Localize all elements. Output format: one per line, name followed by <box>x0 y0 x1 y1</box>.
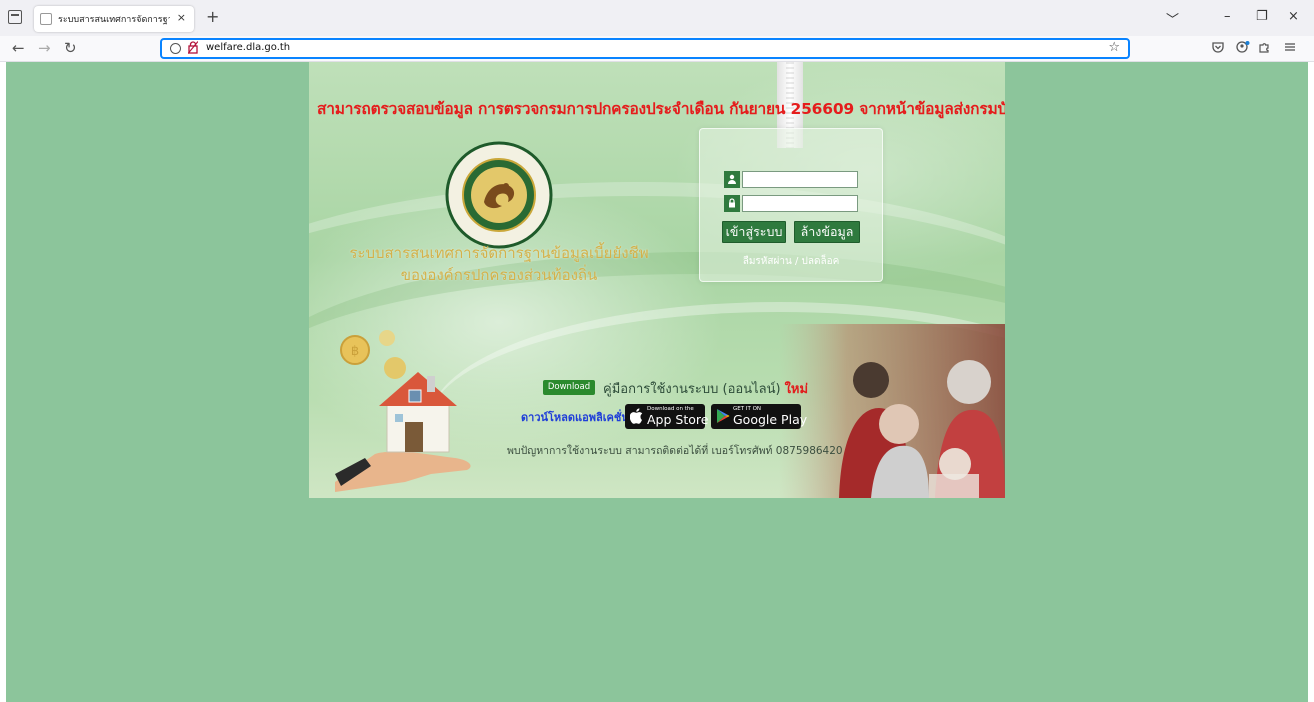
back-button[interactable]: ← <box>12 40 25 56</box>
app-store-big: App Store <box>647 412 709 427</box>
password-input[interactable] <box>742 195 858 212</box>
lock-icon <box>724 195 740 212</box>
apple-icon <box>629 408 644 427</box>
url-text[interactable]: welfare.dla.go.th <box>206 42 290 53</box>
login-card: เข้าสู่ระบบ ล้างข้อมูล ลืมรหัสผ่าน / ปลด… <box>699 128 883 282</box>
browser-tab[interactable]: ระบบสารสนเทศการจัดการฐานข้อมูลเบี้ × <box>34 6 194 32</box>
app-store-button[interactable]: Download on the App Store <box>625 404 709 429</box>
login-button[interactable]: เข้าสู่ระบบ <box>722 221 786 243</box>
minimize-button[interactable]: – <box>1224 9 1231 24</box>
extensions-icon[interactable] <box>1258 41 1270 56</box>
forward-button[interactable]: → <box>38 40 51 56</box>
elderly-people-photo <box>779 324 1005 498</box>
system-title-line1: ระบบสารสนเทศการจัดการฐานข้อมูลเบี้ยยังชี… <box>349 244 649 262</box>
page-viewport: สามารถตรวจสอบข้อมูล การตรวจกรมการปกครองป… <box>6 62 1308 702</box>
svg-text:฿: ฿ <box>351 344 359 359</box>
login-banner: สามารถตรวจสอบข้อมูล การตรวจกรมการปกครองป… <box>309 62 1005 498</box>
address-bar[interactable]: welfare.dla.go.th ☆ <box>160 38 1130 59</box>
page-favicon-icon <box>40 13 52 25</box>
google-play-big: Google Play <box>733 412 808 427</box>
menu-icon[interactable] <box>1284 41 1296 56</box>
tab-close-icon[interactable]: × <box>177 11 186 24</box>
username-input[interactable] <box>742 171 858 188</box>
manual-new-label: ใหม่ <box>784 382 809 397</box>
reload-button[interactable]: ↻ <box>64 40 77 56</box>
apps-download-label: ดาวน์โหลดแอพลิเคชั่น <box>521 411 629 424</box>
list-all-tabs-icon[interactable]: ﹀ <box>1166 9 1179 28</box>
announcement-marquee: สามารถตรวจสอบข้อมูล การตรวจกรมการปกครองป… <box>317 100 1005 118</box>
contact-info: พบปัญหาการใช้งานระบบ สามารถติดต่อได้ที่ … <box>507 445 843 457</box>
google-play-icon <box>716 408 730 427</box>
browser-tab-bar: ระบบสารสนเทศการจัดการฐานข้อมูลเบี้ × + ﹀… <box>0 0 1314 36</box>
forgot-password-link[interactable]: ลืมรหัสผ่าน / ปลดล็อค <box>700 254 882 269</box>
restore-button[interactable]: ❐ <box>1256 9 1268 24</box>
manual-link[interactable]: คู่มือการใช้งานระบบ (ออนไลน์) ใหม่ <box>603 378 808 399</box>
pocket-icon[interactable] <box>1212 41 1224 56</box>
manual-text[interactable]: คู่มือการใช้งานระบบ (ออนไลน์) <box>603 382 781 397</box>
tab-overview-icon[interactable] <box>8 10 22 24</box>
close-window-button[interactable]: × <box>1288 9 1299 24</box>
download-badge[interactable]: Download <box>543 380 595 395</box>
insecure-lock-icon[interactable] <box>187 41 199 57</box>
google-play-button[interactable]: GET IT ON Google Play <box>711 404 807 429</box>
system-title: ระบบสารสนเทศการจัดการฐานข้อมูลเบี้ยยังชี… <box>339 242 659 286</box>
tracking-protection-icon[interactable] <box>170 43 181 54</box>
tab-title: ระบบสารสนเทศการจัดการฐานข้อมูลเบี้ <box>58 15 170 25</box>
bookmark-star-icon[interactable]: ☆ <box>1108 40 1120 55</box>
user-icon <box>724 171 740 188</box>
dla-emblem-logo <box>445 141 553 249</box>
new-tab-button[interactable]: + <box>206 8 219 26</box>
house-hand-illustration <box>335 372 471 492</box>
system-title-line2: ขององค์กรปกครองส่วนท้องถิ่น <box>400 266 598 284</box>
account-icon[interactable] <box>1236 41 1250 56</box>
browser-nav-bar: ← → ↻ welfare.dla.go.th ☆ <box>0 36 1314 62</box>
clear-button[interactable]: ล้างข้อมูล <box>794 221 860 243</box>
